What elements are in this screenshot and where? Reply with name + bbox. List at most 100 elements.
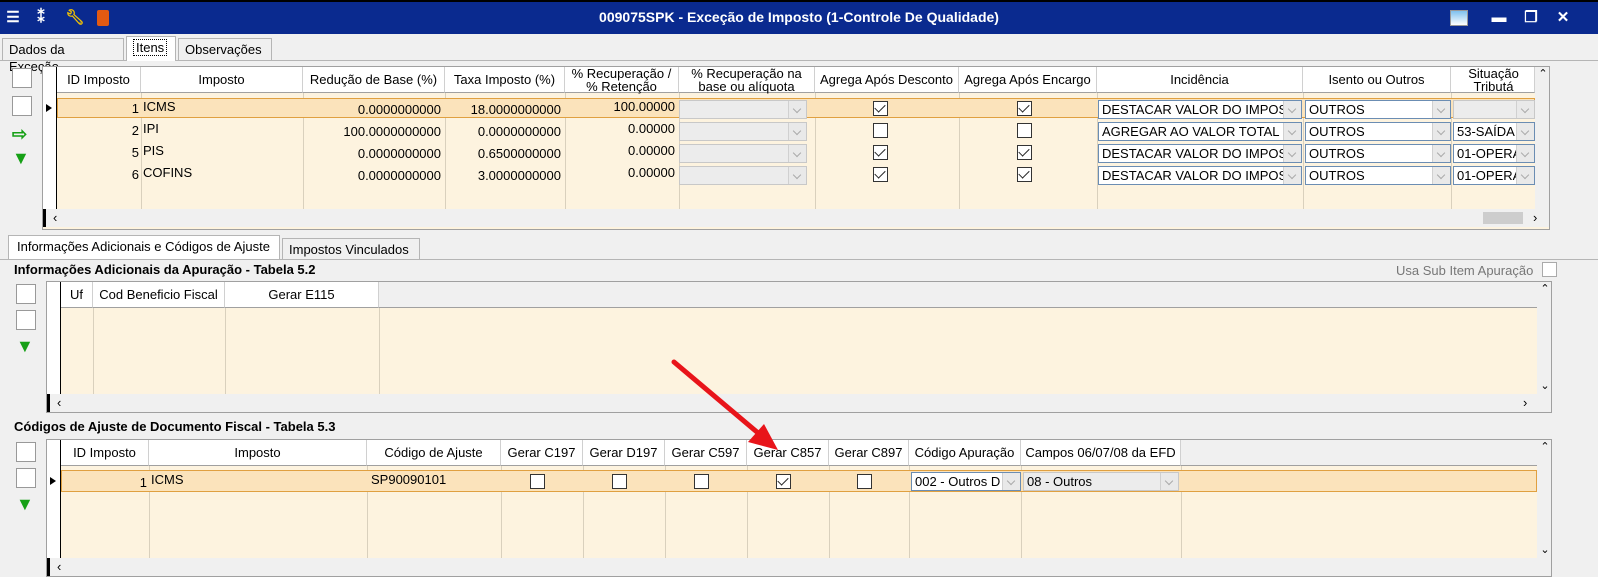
agrega-desconto-checkbox[interactable] bbox=[873, 167, 888, 182]
row-pointer-icon bbox=[50, 477, 56, 485]
horizontal-scrollbar[interactable]: ‹ › bbox=[47, 394, 1551, 412]
col-gerar-c197[interactable]: Gerar C197 bbox=[501, 440, 583, 466]
incidencia-combo[interactable]: AGREGAR AO VALOR TOTAL D bbox=[1098, 122, 1302, 141]
recuperacao-base-combo[interactable] bbox=[679, 100, 807, 119]
move-down-icon[interactable]: ▼ bbox=[16, 336, 36, 356]
move-down-icon[interactable]: ▼ bbox=[16, 494, 36, 514]
col-incidencia[interactable]: Incidência bbox=[1097, 67, 1303, 93]
col-id-imposto[interactable]: ID Imposto bbox=[57, 67, 141, 93]
situacao-combo[interactable]: 53-SAÍDA N bbox=[1453, 122, 1535, 141]
tab-itens[interactable]: Itens bbox=[126, 36, 176, 61]
gerar-d197-checkbox[interactable] bbox=[612, 474, 627, 489]
col-gerar-d197[interactable]: Gerar D197 bbox=[583, 440, 665, 466]
incidencia-combo[interactable]: DESTACAR VALOR DO IMPOST bbox=[1098, 100, 1302, 119]
table-row[interactable]: 5 PIS 0.0000000000 0.6500000000 0.00000 … bbox=[57, 143, 1535, 163]
col-cod-beneficio[interactable]: Cod Beneficio Fiscal bbox=[93, 282, 225, 308]
col-gerar-e115[interactable]: Gerar E115 bbox=[225, 282, 379, 308]
add-row-icon[interactable] bbox=[16, 442, 36, 462]
agrega-desconto-checkbox[interactable] bbox=[873, 123, 888, 138]
title-bar: ☰ ⁑ 🔧︎ 009075SPK - Exceção de Imposto (1… bbox=[0, 0, 1598, 34]
recuperacao-base-combo[interactable] bbox=[679, 144, 807, 163]
col-campos-efd[interactable]: Campos 06/07/08 da EFD bbox=[1021, 440, 1181, 466]
table-row[interactable]: 1 ICMS 0.0000000000 18.0000000000 100.00… bbox=[57, 99, 1535, 119]
gerar-c897-checkbox[interactable] bbox=[857, 474, 872, 489]
gerar-c857-checkbox[interactable] bbox=[776, 474, 791, 489]
col-codigo-ajuste[interactable]: Código de Ajuste bbox=[367, 440, 501, 466]
col-gerar-c897[interactable]: Gerar C897 bbox=[829, 440, 909, 466]
landscape-icon[interactable] bbox=[1448, 8, 1470, 28]
col-agrega-encargo[interactable]: Agrega Após Encargo bbox=[959, 67, 1097, 93]
scroll-up-icon[interactable]: ⌃ bbox=[1535, 67, 1549, 80]
scroll-left-icon[interactable]: ‹ bbox=[57, 395, 61, 410]
recuperacao-base-combo[interactable] bbox=[679, 166, 807, 185]
isento-combo[interactable]: OUTROS bbox=[1305, 166, 1451, 185]
gerar-c597-checkbox[interactable] bbox=[694, 474, 709, 489]
usa-sub-item-checkbox[interactable] bbox=[1542, 262, 1557, 277]
tab-observacoes[interactable]: Observações bbox=[178, 38, 272, 60]
scroll-down-icon[interactable]: ⌄ bbox=[1537, 379, 1551, 392]
incidencia-combo[interactable]: DESTACAR VALOR DO IMPOST bbox=[1098, 166, 1302, 185]
horizontal-scrollbar[interactable]: ‹ › bbox=[43, 209, 1549, 227]
move-down-icon[interactable]: ▼ bbox=[12, 148, 32, 168]
export-icon[interactable]: ⇨ bbox=[12, 124, 32, 144]
tab-informacoes-adicionais[interactable]: Informações Adicionais e Códigos de Ajus… bbox=[8, 235, 280, 259]
col-reducao-base[interactable]: Redução de Base (%) bbox=[303, 67, 445, 93]
add-row-icon[interactable] bbox=[12, 68, 32, 88]
agrega-desconto-checkbox[interactable] bbox=[873, 145, 888, 160]
agrega-desconto-checkbox[interactable] bbox=[873, 101, 888, 116]
scroll-up-icon[interactable]: ⌃ bbox=[1537, 282, 1551, 295]
col-uf[interactable]: Uf bbox=[61, 282, 93, 308]
col-taxa-imposto[interactable]: Taxa Imposto (%) bbox=[445, 67, 565, 93]
col-recuperacao[interactable]: % Recuperação / % Retenção bbox=[565, 67, 679, 93]
remove-row-icon[interactable] bbox=[12, 96, 32, 116]
campos-efd-combo[interactable]: 08 - Outros bbox=[1023, 472, 1179, 491]
col-situacao-tributaria[interactable]: Situação Tributá bbox=[1451, 67, 1535, 93]
codigos-ajuste-title: Códigos de Ajuste de Documento Fiscal - … bbox=[14, 419, 336, 434]
col-isento-outros[interactable]: Isento ou Outros bbox=[1303, 67, 1451, 93]
add-row-icon[interactable] bbox=[16, 284, 36, 304]
tab-dados-excecao[interactable]: Dados da Exceção bbox=[2, 38, 124, 74]
scroll-left-icon[interactable]: ‹ bbox=[53, 210, 57, 225]
col-recuperacao-base[interactable]: % Recuperação na base ou alíquota bbox=[679, 67, 815, 93]
agrega-encargo-checkbox[interactable] bbox=[1017, 167, 1032, 182]
info-adicionais-grid: Uf Cod Beneficio Fiscal Gerar E115 ⌃ ⌄ ‹… bbox=[46, 281, 1552, 413]
col-imposto[interactable]: Imposto bbox=[149, 440, 367, 466]
table-row[interactable]: 2 IPI 100.0000000000 0.0000000000 0.0000… bbox=[57, 121, 1535, 141]
situacao-combo[interactable]: 01-OPERAÇ bbox=[1453, 144, 1535, 163]
gerar-c197-checkbox[interactable] bbox=[530, 474, 545, 489]
annotation-arrow-icon bbox=[671, 359, 778, 450]
isento-combo[interactable]: OUTROS bbox=[1305, 100, 1451, 119]
scroll-down-icon[interactable]: ⌄ bbox=[1537, 543, 1551, 556]
agrega-encargo-checkbox[interactable] bbox=[1017, 101, 1032, 116]
scroll-right-icon[interactable]: › bbox=[1533, 210, 1537, 225]
scroll-thumb[interactable] bbox=[1483, 212, 1523, 224]
situacao-combo[interactable] bbox=[1453, 100, 1535, 119]
close-icon[interactable]: ✕ bbox=[1552, 8, 1574, 28]
col-agrega-desconto[interactable]: Agrega Após Desconto bbox=[815, 67, 959, 93]
restore-icon[interactable]: ❐ bbox=[1520, 8, 1542, 28]
situacao-combo[interactable]: 01-OPERAÇ bbox=[1453, 166, 1535, 185]
minimize-icon[interactable]: ▬ bbox=[1488, 8, 1510, 28]
remove-row-icon[interactable] bbox=[16, 468, 36, 488]
isento-combo[interactable]: OUTROS bbox=[1305, 122, 1451, 141]
scroll-right-icon[interactable]: › bbox=[1523, 395, 1527, 410]
isento-combo[interactable]: OUTROS bbox=[1305, 144, 1451, 163]
vertical-scrollbar[interactable]: ⌃ bbox=[1535, 67, 1549, 209]
col-id-imposto[interactable]: ID Imposto bbox=[61, 440, 149, 466]
vertical-scrollbar[interactable]: ⌃ ⌄ bbox=[1537, 282, 1551, 394]
horizontal-scrollbar[interactable]: ‹ bbox=[47, 558, 1551, 576]
remove-row-icon[interactable] bbox=[16, 310, 36, 330]
scroll-left-icon[interactable]: ‹ bbox=[57, 559, 61, 574]
codigo-apuracao-combo[interactable]: 002 - Outros D bbox=[911, 472, 1021, 491]
agrega-encargo-checkbox[interactable] bbox=[1017, 123, 1032, 138]
table-row[interactable]: 1 ICMS SP90090101 002 - Outros D 08 - Ou… bbox=[61, 471, 1537, 493]
scroll-up-icon[interactable]: ⌃ bbox=[1537, 440, 1551, 453]
incidencia-combo[interactable]: DESTACAR VALOR DO IMPOST bbox=[1098, 144, 1302, 163]
table-row[interactable]: 6 COFINS 0.0000000000 3.0000000000 0.000… bbox=[57, 165, 1535, 185]
recuperacao-base-combo[interactable] bbox=[679, 122, 807, 141]
agrega-encargo-checkbox[interactable] bbox=[1017, 145, 1032, 160]
col-imposto[interactable]: Imposto bbox=[141, 67, 303, 93]
vertical-scrollbar[interactable]: ⌃ ⌄ bbox=[1537, 440, 1551, 558]
col-codigo-apuracao[interactable]: Código Apuração bbox=[909, 440, 1021, 466]
tab-impostos-vinculados[interactable]: Impostos Vinculados bbox=[282, 238, 420, 260]
